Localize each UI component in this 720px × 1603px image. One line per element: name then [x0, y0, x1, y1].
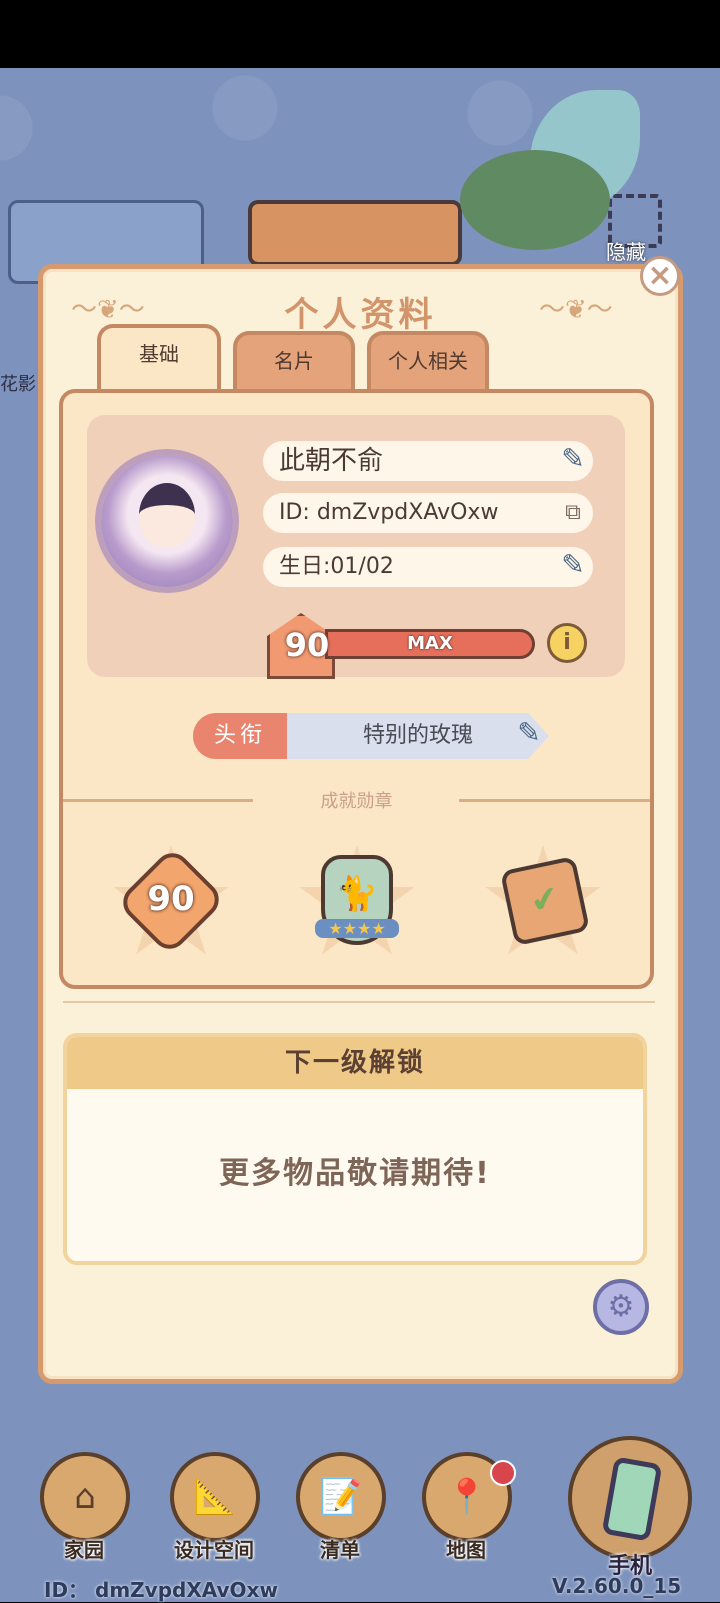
version-label: V.2.60.0_15	[552, 1574, 682, 1598]
level-status: MAX	[407, 633, 453, 654]
nav-design-label: 设计空间	[174, 1538, 254, 1562]
info-icon: i	[563, 630, 571, 655]
side-label: 花影	[0, 374, 36, 395]
phone-button[interactable]	[568, 1436, 692, 1560]
title-label: 头衔	[193, 713, 287, 759]
profile-card: 此朝不俞 ✎ ID: dmZvpdXAvOxw ⧉ 生日:01/02 ✎ MAX…	[87, 415, 625, 679]
edit-title-icon[interactable]: ✎	[509, 719, 549, 747]
flower-bush-decoration	[460, 150, 610, 250]
tab-card[interactable]: 名片	[233, 331, 355, 393]
profile-panel: 个人资料 〜❦〜 〜❦〜 基础 名片 个人相关 此朝不俞 ✎ ID: dmZvp…	[38, 264, 683, 1384]
id-field: ID: dmZvpdXAvOxw	[263, 493, 593, 533]
avatar-character	[139, 483, 195, 547]
tab-personal-label: 个人相关	[388, 349, 468, 373]
edit-birthday-icon[interactable]: ✎	[553, 551, 593, 579]
next-unlock-message: 更多物品敬请期待!	[219, 1156, 491, 1191]
nav-design-space[interactable]: 📐 设计空间	[166, 1452, 262, 1562]
weather-card[interactable]	[248, 200, 462, 266]
cat-star-medal[interactable]: 🐈 ★★★★	[297, 845, 417, 965]
next-unlock-box: 下一级解锁 更多物品敬请期待!	[63, 1033, 647, 1265]
calendar-icon: ✔	[499, 855, 591, 947]
scroll-ornament-left: 〜❦〜	[71, 295, 145, 325]
id-text: ID: dmZvpdXAvOxw	[279, 500, 499, 525]
hide-ui-label: 隐藏	[606, 240, 646, 264]
nav-map-label: 地图	[446, 1538, 486, 1562]
close-icon: ×	[647, 258, 673, 293]
next-unlock-title: 下一级解锁	[67, 1037, 643, 1089]
nav-list-label: 清单	[320, 1538, 360, 1562]
close-button[interactable]: ×	[640, 256, 680, 296]
footer-user-id: ID： dmZvpdXAvOxw	[44, 1578, 278, 1602]
gear-icon: ⚙	[607, 1289, 635, 1324]
medal-level-text: 90	[147, 879, 195, 919]
level-progress-bar: MAX	[325, 629, 535, 659]
calendar-check-medal[interactable]: ✔	[483, 845, 603, 965]
list-icon: 📝	[296, 1452, 386, 1542]
nav-home-label: 家园	[64, 1538, 104, 1562]
nav-home[interactable]: ⌂ 家园	[36, 1452, 132, 1562]
nickname-field: 此朝不俞	[263, 441, 593, 481]
title-row: 头衔 特别的玫瑰 ✎	[193, 713, 553, 759]
tab-card-label: 名片	[274, 349, 314, 373]
house-icon: ⌂	[40, 1452, 130, 1542]
nav-list[interactable]: 📝 清单	[292, 1452, 388, 1562]
edit-nickname-icon[interactable]: ✎	[553, 445, 593, 473]
tab-basic[interactable]: 基础	[97, 324, 221, 394]
avatar[interactable]	[101, 455, 233, 587]
achievements-header: 成就勋章	[63, 785, 650, 815]
birthday-field: 生日:01/02	[263, 547, 593, 587]
settings-button[interactable]: ⚙	[593, 1279, 649, 1335]
achievements-title: 成就勋章	[320, 791, 393, 812]
tab-basic-label: 基础	[139, 342, 179, 366]
section-divider	[63, 1001, 655, 1003]
level-info-button[interactable]: i	[547, 623, 587, 663]
tab-content: 此朝不俞 ✎ ID: dmZvpdXAvOxw ⧉ 生日:01/02 ✎ MAX…	[59, 389, 654, 989]
nickname-text: 此朝不俞	[279, 446, 384, 476]
scroll-ornament-right: 〜❦〜	[539, 295, 613, 325]
level-number: 90	[284, 626, 330, 664]
birthday-text: 生日:01/02	[279, 554, 394, 579]
star-rating-icon: ★★★★	[315, 919, 399, 938]
ruler-pencil-icon: 📐	[170, 1452, 260, 1542]
map-notification-dot	[490, 1460, 516, 1486]
phone-icon	[601, 1456, 663, 1542]
tab-personal[interactable]: 个人相关	[367, 331, 489, 393]
level-90-medal[interactable]: 90	[111, 845, 231, 965]
copy-id-icon[interactable]: ⧉	[553, 499, 593, 527]
